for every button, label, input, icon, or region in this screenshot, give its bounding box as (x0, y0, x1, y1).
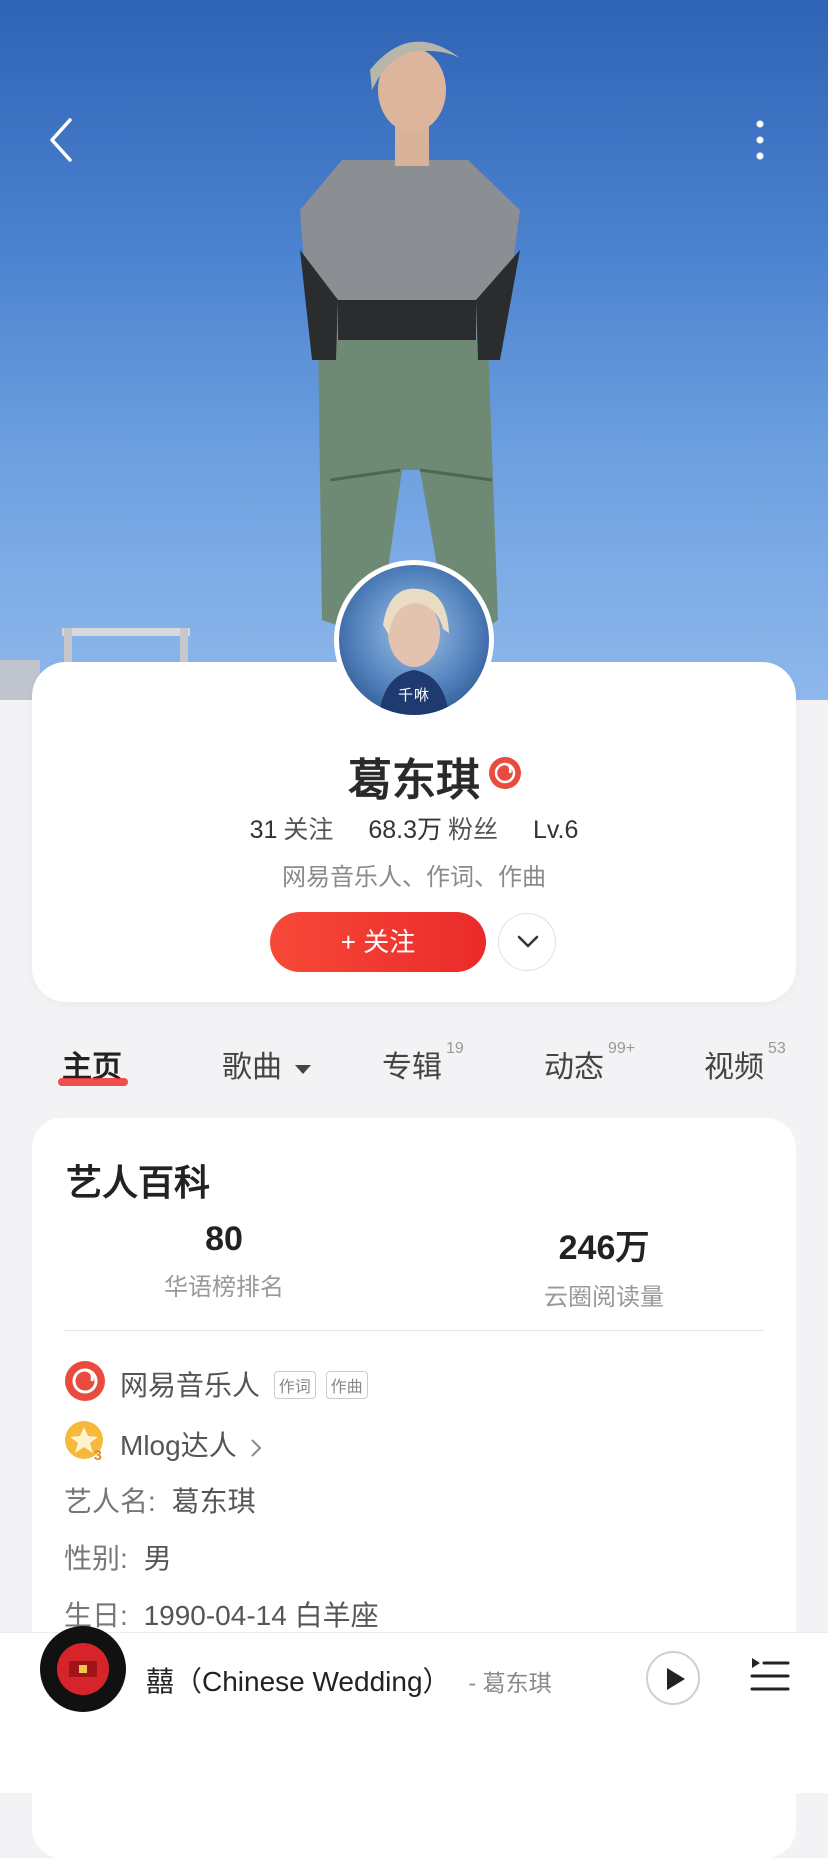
tag-composer: 作曲 (325, 1370, 368, 1399)
tab-moments-label: 动态 (544, 1051, 604, 1084)
back-button[interactable] (38, 110, 88, 170)
chart-rank-value: 80 (205, 1220, 243, 1258)
tab-moments[interactable]: 动态99+ (544, 1040, 636, 1086)
mlog-expert-link[interactable]: Mlog达人 (120, 1424, 264, 1464)
tab-moments-count: 99+ (608, 1040, 636, 1057)
gender-value: 男 (143, 1543, 172, 1574)
following-count: 31 (249, 816, 278, 844)
playlist-icon (750, 1658, 790, 1691)
birthday-row: 生日: 1990-04-14 白羊座 (64, 1594, 379, 1634)
avatar[interactable]: 千咻 (334, 560, 494, 720)
followers-label: 粉丝 (448, 816, 499, 844)
active-tab-indicator (58, 1078, 128, 1086)
tab-videos-count: 53 (768, 1040, 786, 1057)
following-label: 关注 (283, 816, 334, 844)
tab-songs[interactable]: 歌曲 (222, 1042, 312, 1086)
album-cover (57, 1643, 109, 1695)
divider (64, 1330, 764, 1331)
artist-name: 葛东琪 (0, 744, 828, 808)
mlog-star-badge-icon: 3 (64, 1420, 106, 1463)
netease-verified-icon (488, 756, 522, 790)
song-title: 囍（Chinese Wedding） (146, 1666, 451, 1697)
album-art (69, 1661, 97, 1677)
tab-songs-label: 歌曲 (222, 1051, 282, 1084)
expand-similar-button[interactable] (498, 913, 556, 971)
stage-name-row: 艺人名: 葛东琪 (64, 1480, 256, 1520)
now-playing[interactable]: 囍（Chinese Wedding） - 葛东琪 (146, 1660, 552, 1700)
musician-row: 网易音乐人 作词 作曲 (120, 1364, 368, 1404)
netease-musician-icon (64, 1360, 106, 1402)
follow-button[interactable]: + 关注 (270, 912, 486, 972)
tab-bar: 主页 歌曲 专辑19 动态99+ 视频53 (0, 1040, 828, 1102)
level-stat[interactable]: Lv.6 (533, 816, 578, 844)
tab-videos[interactable]: 视频53 (704, 1040, 786, 1086)
birthday-value: 1990-04-14 白羊座 (143, 1600, 379, 1631)
tag-lyricist: 作词 (273, 1370, 316, 1399)
svg-text:3: 3 (94, 1447, 102, 1462)
chart-rank-metric[interactable]: 80 华语榜排名 (94, 1220, 354, 1302)
following-stat[interactable]: 31 关注 (250, 816, 334, 844)
gender-key: 性别: (64, 1543, 128, 1574)
avatar-caption: 千咻 (397, 687, 430, 704)
mlog-label: Mlog达人 (120, 1430, 237, 1461)
tab-albums-count: 19 (446, 1040, 464, 1057)
tab-albums-label: 专辑 (382, 1051, 442, 1084)
stage-name-value: 葛东琪 (171, 1486, 256, 1517)
caret-down-icon (295, 1065, 312, 1075)
musician-label: 网易音乐人 (120, 1370, 261, 1401)
read-count-metric[interactable]: 246万 云圈阅读量 (474, 1220, 734, 1312)
read-count-value: 246万 (558, 1229, 650, 1267)
play-icon (667, 1668, 685, 1690)
more-options-button[interactable] (742, 110, 778, 170)
section-title: 艺人百科 (66, 1162, 211, 1203)
read-count-caption: 云圈阅读量 (544, 1284, 664, 1311)
tab-videos-label: 视频 (704, 1051, 764, 1084)
artist-stats: 31 关注 68.3万 粉丝 Lv.6 (0, 810, 828, 846)
chevron-left-icon (50, 118, 72, 162)
album-disc[interactable] (40, 1626, 126, 1712)
gender-row: 性别: 男 (64, 1537, 172, 1577)
followers-stat[interactable]: 68.3万 粉丝 (368, 816, 498, 844)
level-value: Lv.6 (533, 816, 579, 844)
more-vertical-icon (756, 120, 764, 160)
artist-roles: 网易音乐人、作词、作曲 (282, 864, 546, 891)
chart-rank-caption: 华语榜排名 (164, 1274, 284, 1301)
artist-name-text: 葛东琪 (348, 756, 480, 805)
chevron-down-icon (517, 935, 539, 948)
followers-count: 68.3万 (368, 816, 443, 844)
tab-albums[interactable]: 专辑19 (382, 1040, 464, 1086)
song-artist: - 葛东琪 (468, 1670, 552, 1696)
playlist-button[interactable] (748, 1654, 792, 1698)
play-button[interactable] (646, 1651, 700, 1705)
stage-name-key: 艺人名: (64, 1486, 156, 1517)
chevron-right-icon (251, 1438, 262, 1457)
